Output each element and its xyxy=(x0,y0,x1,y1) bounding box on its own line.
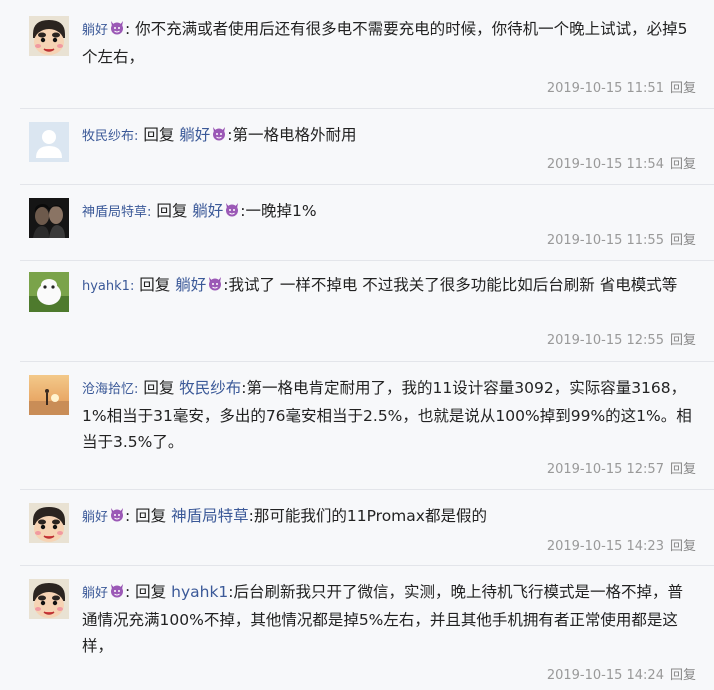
timestamp: 2019-10-15 11:54 xyxy=(546,157,664,172)
avatar[interactable] xyxy=(29,375,69,415)
comment-body: 沧海拾忆: 回复 牧民纱布:第一格电肯定耐用了，我的11设计容量3092，实际容… xyxy=(82,375,694,455)
reply-word: 回复 xyxy=(143,379,175,397)
comment-body: 躺好: 回复 hyahk1:后台刷新我只开了微信，实测，晚上待机飞行模式是一格不… xyxy=(82,582,684,655)
username-link[interactable]: 躺好 xyxy=(82,510,108,525)
comment-meta: 2019-10-15 14:23 回复 xyxy=(547,535,696,554)
reply-target-link[interactable]: 躺好 xyxy=(179,126,210,144)
comment-body: 牧民纱布: 回复 躺好 :第一格电格外耐用 xyxy=(82,122,694,150)
username-link[interactable]: hyahk1: xyxy=(82,279,134,294)
reply-button[interactable]: 回复 xyxy=(670,333,696,348)
comment-text: :第一格电肯定耐用了，我的11设计容量3092，实际容量3168，1%相当于31… xyxy=(82,379,692,451)
reply-button[interactable]: 回复 xyxy=(670,233,696,248)
devil-emoji-icon xyxy=(109,582,125,598)
comment-body: 躺好: 你不充满或者使用后还有很多电不需要充电的时候，你待机一个晚上试试，必掉5… xyxy=(82,16,694,70)
timestamp: 2019-10-15 12:57 xyxy=(546,462,664,477)
timestamp: 2019-10-15 14:23 xyxy=(546,539,664,554)
reply-word: 回复 xyxy=(156,202,188,220)
beach-sunset-avatar-icon xyxy=(29,375,69,415)
crayon-shinchan-avatar-icon xyxy=(29,16,69,56)
devil-emoji-icon xyxy=(224,201,240,217)
reply-word: 回复 xyxy=(135,583,167,601)
reply-button[interactable]: 回复 xyxy=(670,462,696,477)
comment-body: 神盾局特草: 回复 躺好 :一晚掉1% xyxy=(82,198,694,226)
reply-button[interactable]: 回复 xyxy=(670,668,696,683)
username-link[interactable]: 牧民纱布: xyxy=(82,129,138,144)
username-link[interactable]: 躺好 xyxy=(82,23,108,38)
default-person-avatar-icon xyxy=(29,122,69,162)
timestamp: 2019-10-15 11:55 xyxy=(546,233,664,248)
crayon-shinchan-avatar-icon xyxy=(29,579,69,619)
username-link[interactable]: 沧海拾忆: xyxy=(82,382,138,397)
timestamp: 2019-10-15 14:24 xyxy=(546,668,664,683)
divider xyxy=(20,565,714,566)
avatar[interactable] xyxy=(29,16,69,56)
crayon-shinchan-avatar-icon xyxy=(29,503,69,543)
avatar[interactable] xyxy=(29,198,69,238)
reply-target-link[interactable]: 躺好 xyxy=(192,202,223,220)
reply-button[interactable]: 回复 xyxy=(670,539,696,554)
reply-word: 回复 xyxy=(143,126,175,144)
avatar[interactable] xyxy=(29,503,69,543)
comment-text: : 你不充满或者使用后还有很多电不需要充电的时候，你待机一个晚上试试，必掉5个左… xyxy=(82,20,688,66)
divider xyxy=(20,489,714,490)
reply-word: 回复 xyxy=(139,276,171,294)
dark-couple-avatar-icon xyxy=(29,198,69,238)
comment-meta: 2019-10-15 11:55 回复 xyxy=(547,229,696,248)
white-blob-avatar-icon xyxy=(29,272,69,312)
devil-emoji-icon xyxy=(109,506,125,522)
comment-body: hyahk1: 回复 躺好 :我试了 一样不掉电 不过我关了很多功能比如后台刷新 … xyxy=(82,272,694,300)
divider xyxy=(20,260,714,261)
timestamp: 2019-10-15 11:51 xyxy=(546,81,664,96)
reply-button[interactable]: 回复 xyxy=(670,157,696,172)
reply-word: 回复 xyxy=(135,507,167,525)
reply-target-link[interactable]: 躺好 xyxy=(175,276,206,294)
comment-text: :一晚掉1% xyxy=(240,202,317,220)
avatar[interactable] xyxy=(29,579,69,619)
timestamp: 2019-10-15 12:55 xyxy=(546,333,664,348)
comment-meta: 2019-10-15 11:54 回复 xyxy=(547,153,696,172)
devil-emoji-icon xyxy=(207,275,223,291)
reply-target-link[interactable]: 神盾局特草 xyxy=(171,507,249,525)
comment-text: :我试了 一样不掉电 不过我关了很多功能比如后台刷新 省电模式等 xyxy=(223,276,678,294)
comment-meta: 2019-10-15 12:57 回复 xyxy=(547,458,696,477)
comment-list: 躺好: 你不充满或者使用后还有很多电不需要充电的时候，你待机一个晚上试试，必掉5… xyxy=(0,0,714,690)
username-link[interactable]: 躺好 xyxy=(82,586,108,601)
comment-text: :第一格电格外耐用 xyxy=(227,126,357,144)
avatar[interactable] xyxy=(29,272,69,312)
divider xyxy=(20,108,714,109)
comment-meta: 2019-10-15 11:51 回复 xyxy=(547,77,696,96)
devil-emoji-icon xyxy=(211,125,227,141)
reply-target-link[interactable]: 牧民纱布 xyxy=(179,379,241,397)
comment-meta: 2019-10-15 14:24 回复 xyxy=(547,664,696,683)
comment-text: :那可能我们的11Promax都是假的 xyxy=(248,507,487,525)
comment-body: 躺好: 回复 神盾局特草:那可能我们的11Promax都是假的 xyxy=(82,506,487,525)
avatar[interactable] xyxy=(29,122,69,162)
devil-emoji-icon xyxy=(109,19,125,35)
reply-button[interactable]: 回复 xyxy=(670,81,696,96)
divider xyxy=(20,361,714,362)
username-link[interactable]: 神盾局特草: xyxy=(82,205,151,220)
divider xyxy=(20,184,714,185)
comment-meta: 2019-10-15 12:55 回复 xyxy=(547,329,696,348)
reply-target-link[interactable]: hyahk1 xyxy=(171,583,228,601)
